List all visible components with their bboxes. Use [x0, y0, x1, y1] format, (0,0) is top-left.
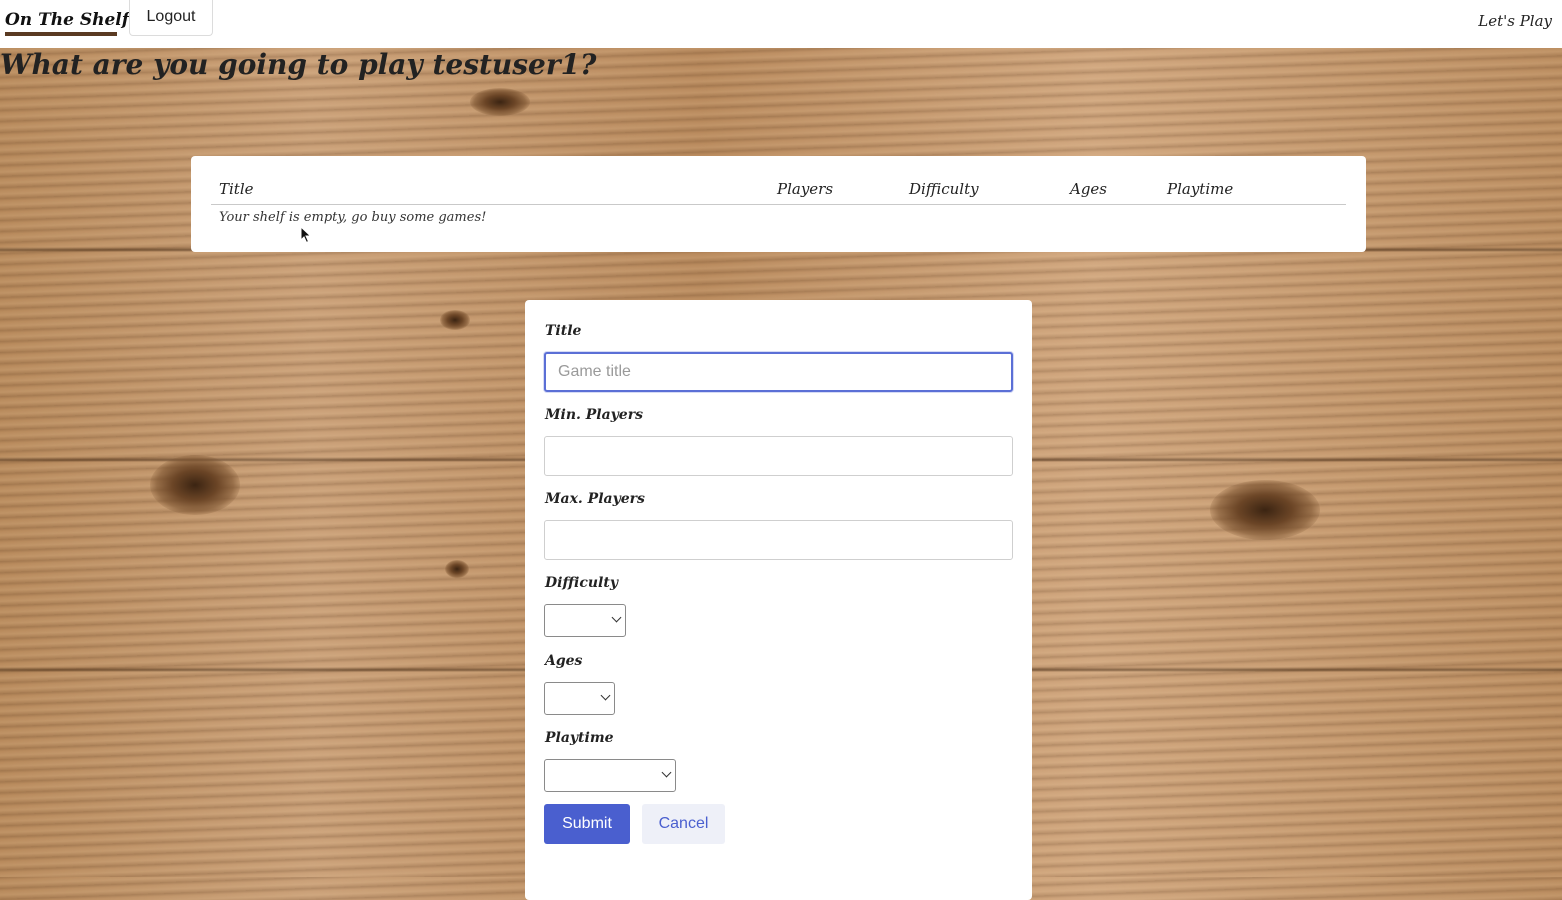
- add-game-form: Title Min. Players Max. Players Difficul…: [525, 300, 1032, 900]
- wood-knot: [445, 560, 469, 578]
- submit-button[interactable]: Submit: [544, 804, 630, 844]
- column-header-playtime: Playtime: [1167, 180, 1234, 198]
- wood-knot: [440, 310, 470, 330]
- wood-knot: [470, 88, 530, 116]
- wood-knot: [150, 455, 240, 515]
- difficulty-label: Difficulty: [545, 575, 618, 591]
- column-header-ages: Ages: [1070, 180, 1108, 198]
- shelf-table-card: Title Players Difficulty Ages Playtime Y…: [191, 156, 1366, 252]
- empty-shelf-message: Your shelf is empty, go buy some games!: [219, 210, 487, 225]
- ages-label: Ages: [545, 653, 583, 669]
- min-players-label: Min. Players: [545, 407, 643, 423]
- column-header-players: Players: [777, 180, 834, 198]
- min-players-input[interactable]: [544, 436, 1013, 476]
- table-header: Title Players Difficulty Ages Playtime: [211, 180, 1346, 205]
- column-header-title: Title: [219, 180, 254, 198]
- playtime-select[interactable]: [544, 759, 676, 792]
- logout-button[interactable]: Logout: [129, 0, 213, 36]
- chevron-down-icon: [611, 612, 622, 623]
- max-players-label: Max. Players: [545, 491, 645, 507]
- logo-text: On The Shelf: [5, 10, 130, 30]
- title-input[interactable]: [544, 352, 1013, 392]
- title-label: Title: [545, 323, 582, 339]
- chevron-down-icon: [661, 767, 672, 778]
- lets-play-link[interactable]: Let's Play: [1478, 12, 1552, 30]
- ages-select[interactable]: [544, 682, 615, 715]
- logo[interactable]: On The Shelf: [5, 8, 155, 36]
- wood-knot: [1210, 480, 1320, 540]
- cancel-button[interactable]: Cancel: [642, 804, 725, 844]
- column-header-difficulty: Difficulty: [909, 180, 979, 198]
- chevron-down-icon: [600, 690, 611, 701]
- top-navbar: On The Shelf Logout Let's Play: [0, 0, 1562, 48]
- page-title: What are you going to play testuser1?: [0, 48, 597, 81]
- playtime-label: Playtime: [545, 730, 614, 746]
- difficulty-select[interactable]: [544, 604, 626, 637]
- max-players-input[interactable]: [544, 520, 1013, 560]
